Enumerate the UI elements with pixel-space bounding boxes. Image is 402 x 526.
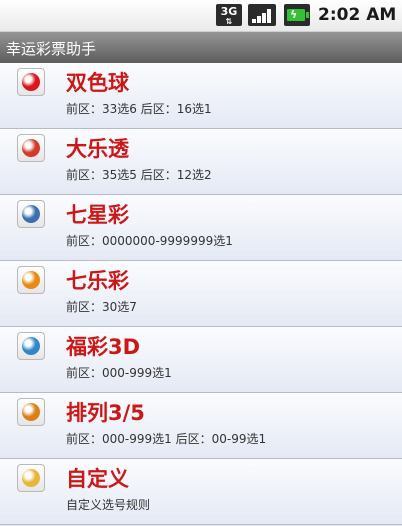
lottery-item-pailie[interactable]: 排列3/5 前区：000-999选1 后区：00-99选1	[0, 393, 402, 459]
custom-logo-icon	[17, 464, 45, 492]
lottery-rule: 前区：30选7	[66, 300, 137, 314]
status-bar: 3G ⇅ ϟ 2:02 AM	[0, 0, 402, 32]
fucai3d-logo-icon	[17, 332, 45, 360]
pailie-logo-icon	[17, 398, 45, 426]
lottery-item-fucai3d[interactable]: 福彩3D 前区：000-999选1	[0, 327, 402, 393]
signal-strength-icon	[248, 4, 276, 26]
lottery-item-custom[interactable]: 自定义 自定义选号规则	[0, 459, 402, 525]
qixingcai-logo-icon	[17, 200, 45, 228]
lottery-rule: 前区：000-999选1	[66, 366, 172, 380]
3g-data-icon: 3G ⇅	[216, 4, 242, 26]
lottery-title: 自定义	[66, 467, 129, 491]
lottery-item-shuangseqiu[interactable]: 双色球 前区：33选6 后区：16选1	[0, 63, 402, 129]
lottery-item-daletou[interactable]: 大乐透 前区：35选5 后区：12选2	[0, 129, 402, 195]
lottery-rule: 前区：35选5 后区：12选2	[66, 168, 212, 182]
lottery-title: 双色球	[66, 71, 129, 95]
lottery-rule: 自定义选号规则	[66, 498, 151, 512]
lottery-title: 福彩3D	[66, 335, 141, 359]
app-title: 幸运彩票助手	[6, 40, 97, 58]
lottery-rule: 前区：000-999选1 后区：00-99选1	[66, 432, 267, 446]
lottery-title: 大乐透	[66, 137, 129, 161]
lottery-item-qilecai[interactable]: 七乐彩 前区：30选7	[0, 261, 402, 327]
lottery-title: 排列3/5	[66, 401, 145, 425]
lottery-rule: 前区：0000000-9999999选1	[66, 234, 233, 248]
daletou-logo-icon	[17, 134, 45, 162]
clock: 2:02 AM	[318, 5, 397, 25]
lottery-list: 双色球 前区：33选6 后区：16选1 大乐透 前区：35选5 后区：12选2 …	[0, 63, 402, 526]
lottery-item-qixingcai[interactable]: 七星彩 前区：0000000-9999999选1	[0, 195, 402, 261]
lottery-title: 七星彩	[66, 203, 129, 227]
app-title-bar: 幸运彩票助手	[0, 32, 402, 63]
lottery-title: 七乐彩	[66, 269, 129, 293]
lottery-rule: 前区：33选6 后区：16选1	[66, 102, 212, 116]
qilecai-logo-icon	[17, 266, 45, 294]
shuangseqiu-logo-icon	[17, 68, 45, 96]
battery-charging-icon: ϟ	[284, 4, 310, 26]
